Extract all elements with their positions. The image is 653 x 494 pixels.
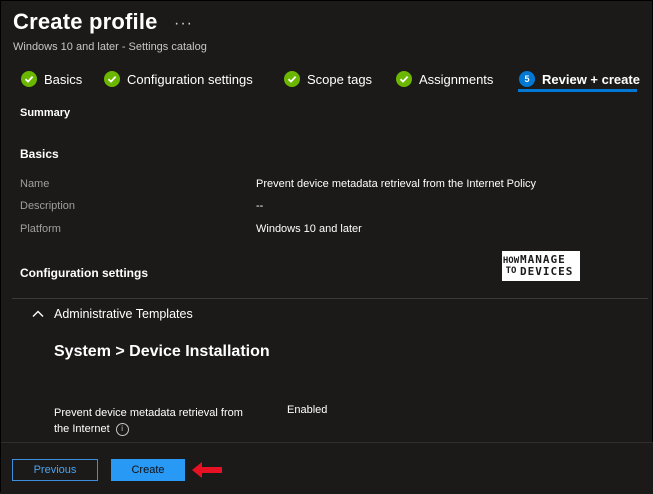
check-icon (284, 71, 300, 87)
section-divider (12, 298, 648, 299)
tab-label: Scope tags (307, 71, 373, 87)
basics-heading: Basics (20, 147, 59, 161)
platform-label: Platform (20, 223, 61, 235)
page-subtitle: Windows 10 and later - Settings catalog (13, 41, 207, 53)
administrative-templates-label: Administrative Templates (54, 307, 193, 321)
setting-name-line2: the Internet (54, 423, 110, 435)
tab-basics[interactable]: Basics (21, 65, 82, 93)
info-icon[interactable]: i (115, 422, 129, 436)
logo-how-text: HOW TO (502, 256, 520, 276)
previous-button[interactable]: Previous (12, 459, 98, 481)
step-number-icon: 5 (519, 71, 535, 87)
description-value: -- (256, 200, 264, 212)
chevron-up-icon (32, 310, 44, 317)
more-options-icon[interactable]: ··· (174, 15, 193, 33)
red-arrow-icon (192, 462, 222, 478)
category-path: System > Device Installation (54, 343, 270, 360)
tab-label: Review + create (542, 71, 640, 87)
tab-label: Assignments (419, 71, 494, 87)
tab-label: Basics (44, 71, 83, 87)
name-value: Prevent device metadata retrieval from t… (256, 178, 537, 190)
configuration-settings-heading: Configuration settings (20, 266, 148, 280)
description-label: Description (20, 200, 76, 212)
setting-value: Enabled (287, 404, 328, 416)
summary-heading: Summary (20, 107, 71, 119)
tab-assignments[interactable]: Assignments (396, 65, 493, 93)
check-icon (104, 71, 120, 87)
page-title: Create profile (13, 9, 158, 34)
tab-configuration-settings[interactable]: Configuration settings (104, 65, 253, 93)
active-tab-indicator (518, 89, 637, 92)
footer-bar (1, 442, 653, 494)
setting-name: Prevent device metadata retrieval from t… (54, 405, 243, 437)
name-label: Name (20, 178, 50, 190)
create-profile-window: Create profile ··· Windows 10 and later … (0, 0, 653, 494)
setting-name-line1: Prevent device metadata retrieval from (54, 407, 243, 419)
platform-value: Windows 10 and later (256, 223, 362, 235)
howtomanagedevices-logo: HOW TO MANAGE DEVICES (502, 251, 580, 281)
check-icon (21, 71, 37, 87)
administrative-templates-toggle[interactable]: Administrative Templates (31, 307, 193, 321)
logo-devices-text: DEVICES (520, 265, 574, 278)
tab-label: Configuration settings (127, 71, 253, 87)
check-icon (396, 71, 412, 87)
tab-scope-tags[interactable]: Scope tags (284, 65, 372, 93)
create-button[interactable]: Create (111, 459, 185, 481)
